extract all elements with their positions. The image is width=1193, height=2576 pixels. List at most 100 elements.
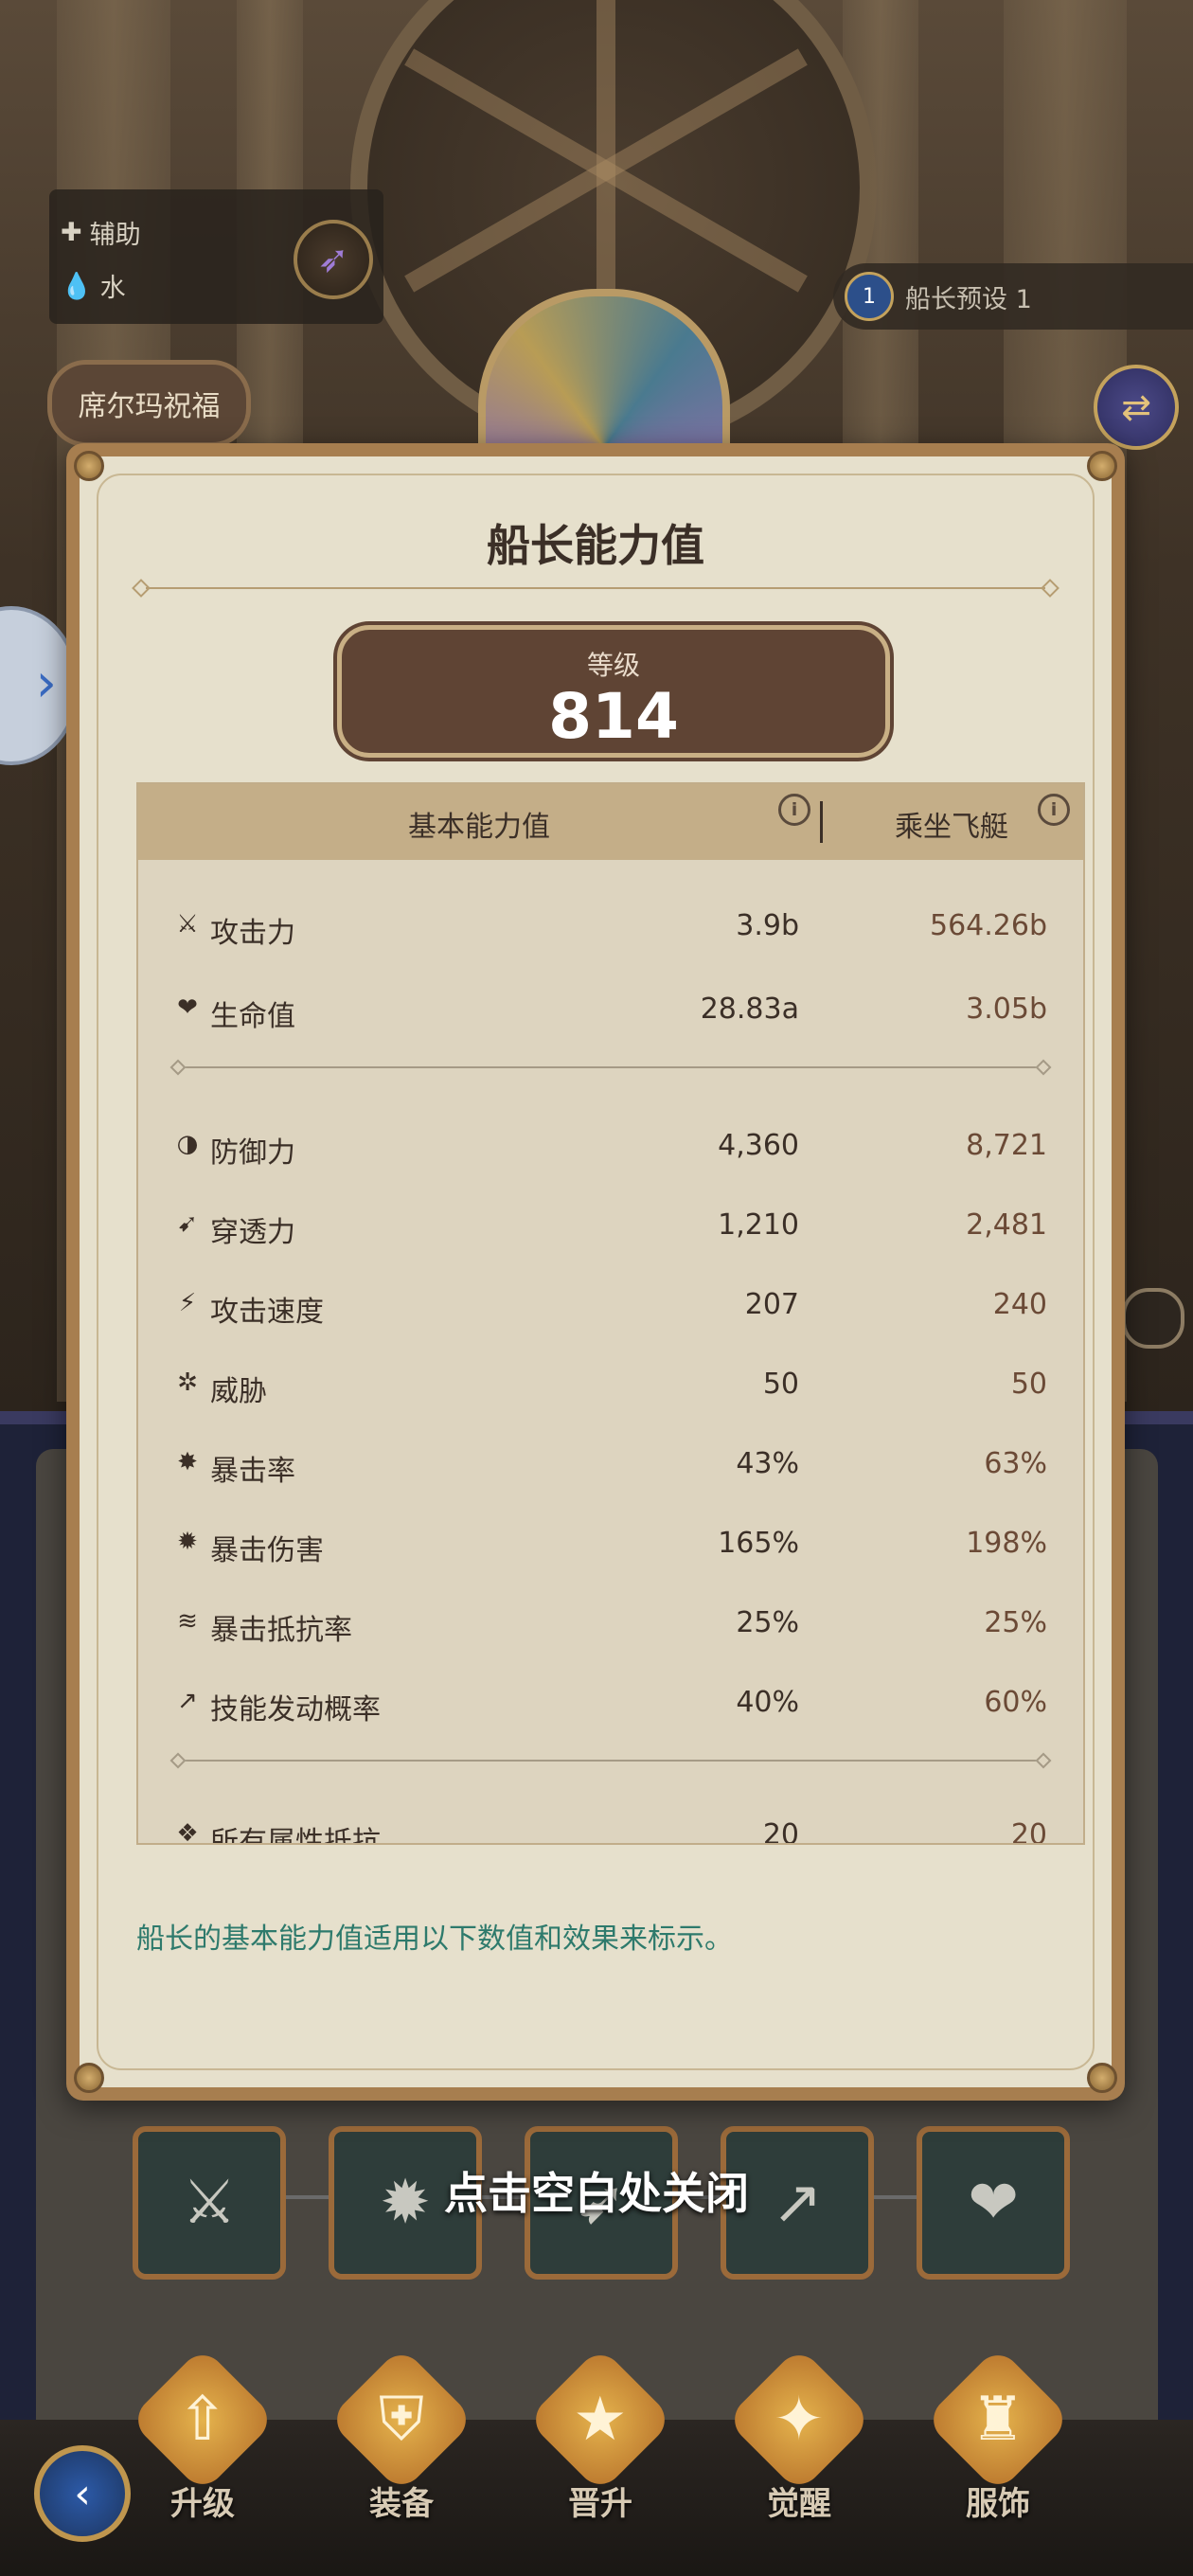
stat-base-value: 1,210 (718, 1208, 799, 1242)
stat-ride-value: 198% (966, 1527, 1047, 1560)
awaken-icon: ✦ (725, 2346, 873, 2494)
stat-name: 生命值 (210, 1000, 295, 1033)
info-icon[interactable]: i (778, 794, 810, 826)
level-box: 等级 814 (337, 625, 890, 758)
upgrade-icon: ⇧ (129, 2346, 276, 2494)
stat-base-value: 207 (744, 1288, 799, 1321)
weapon-icon[interactable]: ➶ (294, 220, 373, 299)
stat-row: ➹ 穿透力 1,210 2,481 (138, 1197, 1083, 1254)
captain-stats-modal: 船长能力值 等级 814 基本能力值 i 乘坐飞艇 i ⚔ 攻击力 3.9b 564.… (66, 443, 1125, 2101)
role-element: 💧 水 (61, 267, 126, 304)
stat-row: ✲ 威胁 50 50 (138, 1356, 1083, 1413)
stat-base-value: 50 (762, 1368, 799, 1401)
crit-damage-icon: ✹ (177, 1528, 198, 1556)
stat-name: 技能发动概率 (210, 1693, 381, 1726)
stat-base-value: 20 (762, 1818, 799, 1845)
stat-base-value: 43% (736, 1447, 799, 1480)
stats-table: 基本能力值 i 乘坐飞艇 i ⚔ 攻击力 3.9b 564.26b ❤ 生命值 28.83a… (136, 782, 1085, 1845)
stat-name: 暴击抵抗率 (210, 1614, 352, 1647)
role-type: ✚ 辅助 (61, 214, 141, 251)
crit-resist-icon: ≋ (177, 1607, 198, 1636)
stat-ride-value: 50 (1010, 1368, 1047, 1401)
water-drop-icon: 💧 (61, 271, 93, 301)
stat-base-value: 3.9b (736, 909, 799, 942)
nav-item-2[interactable]: ★ 晋升 (506, 2346, 695, 2557)
corner-ornament (1087, 2063, 1117, 2093)
nav-item-4[interactable]: ♜ 服饰 (903, 2346, 1093, 2557)
stat-base-value: 28.83a (700, 993, 799, 1026)
stats-footnote: 船长的基本能力值适用以下数值和效果来标示。 (136, 1923, 733, 1956)
stat-row: ✸ 暴击率 43% 63% (138, 1436, 1083, 1493)
stat-ride-value: 3.05b (966, 993, 1047, 1026)
swap-icon[interactable]: ⇄ (1094, 365, 1179, 450)
stat-ride-value: 564.26b (929, 909, 1047, 942)
stat-ride-value: 60% (984, 1686, 1047, 1719)
all-resist-icon: ❖ (176, 1819, 199, 1845)
stat-name: 所有属性抵抗 (210, 1826, 381, 1845)
stat-row: ◑ 防御力 4,360 8,721 (138, 1118, 1083, 1174)
stat-base-value: 165% (718, 1527, 799, 1560)
stat-name: 穿透力 (210, 1216, 295, 1249)
stat-row: ✹ 暴击伤害 165% 198% (138, 1515, 1083, 1572)
support-cross-icon: ✚ (61, 218, 82, 247)
crit-rate-icon: ✸ (177, 1448, 198, 1476)
captain-preset-selector[interactable]: 1 船长预设 1 (833, 263, 1193, 330)
stat-name: 暴击伤害 (210, 1534, 324, 1567)
nav-item-3[interactable]: ✦ 觉醒 (704, 2346, 894, 2557)
stat-row: ⚡ 攻击速度 207 240 (138, 1277, 1083, 1333)
corner-ornament (74, 2063, 104, 2093)
skill-trigger-icon: ↗ (177, 1687, 198, 1715)
stat-ride-value: 25% (984, 1606, 1047, 1639)
threat-icon: ✲ (177, 1368, 198, 1397)
nav-item-0[interactable]: ⇧ 升级 (108, 2346, 297, 2557)
stat-name: 威胁 (210, 1375, 267, 1408)
stat-base-value: 25% (736, 1606, 799, 1639)
preset-label: 船长预设 1 (905, 284, 1032, 314)
role-element-label: 水 (99, 274, 126, 303)
equipment-icon: ⛨ (328, 2346, 475, 2494)
stat-ride-value: 63% (984, 1447, 1047, 1480)
chevron-right-icon: › (35, 653, 57, 714)
stat-base-value: 40% (736, 1686, 799, 1719)
stat-row: ❤ 生命值 28.83a 3.05b (138, 981, 1083, 1038)
modal-body: 船长能力值 等级 814 基本能力值 i 乘坐飞艇 i ⚔ 攻击力 3.9b 564.… (74, 451, 1117, 2093)
nav-item-1[interactable]: ⛨ 装备 (307, 2346, 496, 2557)
row-divider (176, 1066, 1045, 1068)
chevron-left-icon: ‹ (74, 2469, 91, 2518)
stat-row: ❖ 所有属性抵抗 20 20 (138, 1807, 1083, 1845)
attack-speed-icon: ⚡ (178, 1289, 197, 1317)
stat-name: 攻击力 (210, 917, 295, 950)
column-header-base: 基本能力值 (408, 811, 550, 844)
close-hint[interactable]: 点击空白处关闭 (0, 2159, 1193, 2222)
info-icon[interactable]: i (1038, 794, 1070, 826)
row-divider (176, 1760, 1045, 1762)
role-type-label: 辅助 (89, 221, 141, 250)
stat-name: 攻击速度 (210, 1296, 324, 1329)
stat-row: ≋ 暴击抵抗率 25% 25% (138, 1595, 1083, 1652)
corner-ornament (74, 451, 104, 481)
corner-ornament (1087, 451, 1117, 481)
stat-ride-value: 8,721 (966, 1129, 1047, 1162)
stat-ride-value: 2,481 (966, 1208, 1047, 1242)
pierce-icon: ➹ (177, 1209, 198, 1238)
stat-row: ⚔ 攻击力 3.9b 564.26b (138, 898, 1083, 955)
stat-ride-value: 240 (992, 1288, 1047, 1321)
preset-number-badge: 1 (845, 272, 894, 321)
level-label: 等级 (586, 650, 640, 681)
stat-name: 防御力 (210, 1136, 295, 1170)
modal-title: 船长能力值 (487, 520, 704, 571)
sword-icon: ⚔ (176, 910, 199, 939)
shield-half-icon: ◑ (176, 1130, 199, 1158)
stats-header: 基本能力值 i 乘坐飞艇 i (138, 784, 1083, 860)
stat-row: ↗ 技能发动概率 40% 60% (138, 1674, 1083, 1731)
promote-icon: ★ (526, 2346, 674, 2494)
stat-base-value: 4,360 (718, 1129, 799, 1162)
heart-icon: ❤ (177, 993, 198, 1022)
title-divider (146, 587, 1045, 589)
blessing-button[interactable]: 席尔玛祝福 (47, 360, 251, 447)
costume-icon: ♜ (924, 2346, 1072, 2494)
stat-name: 暴击率 (210, 1455, 295, 1488)
stat-ride-value: 20 (1010, 1818, 1047, 1845)
side-pill-button[interactable] (1122, 1288, 1184, 1349)
level-value: 814 (548, 680, 679, 753)
